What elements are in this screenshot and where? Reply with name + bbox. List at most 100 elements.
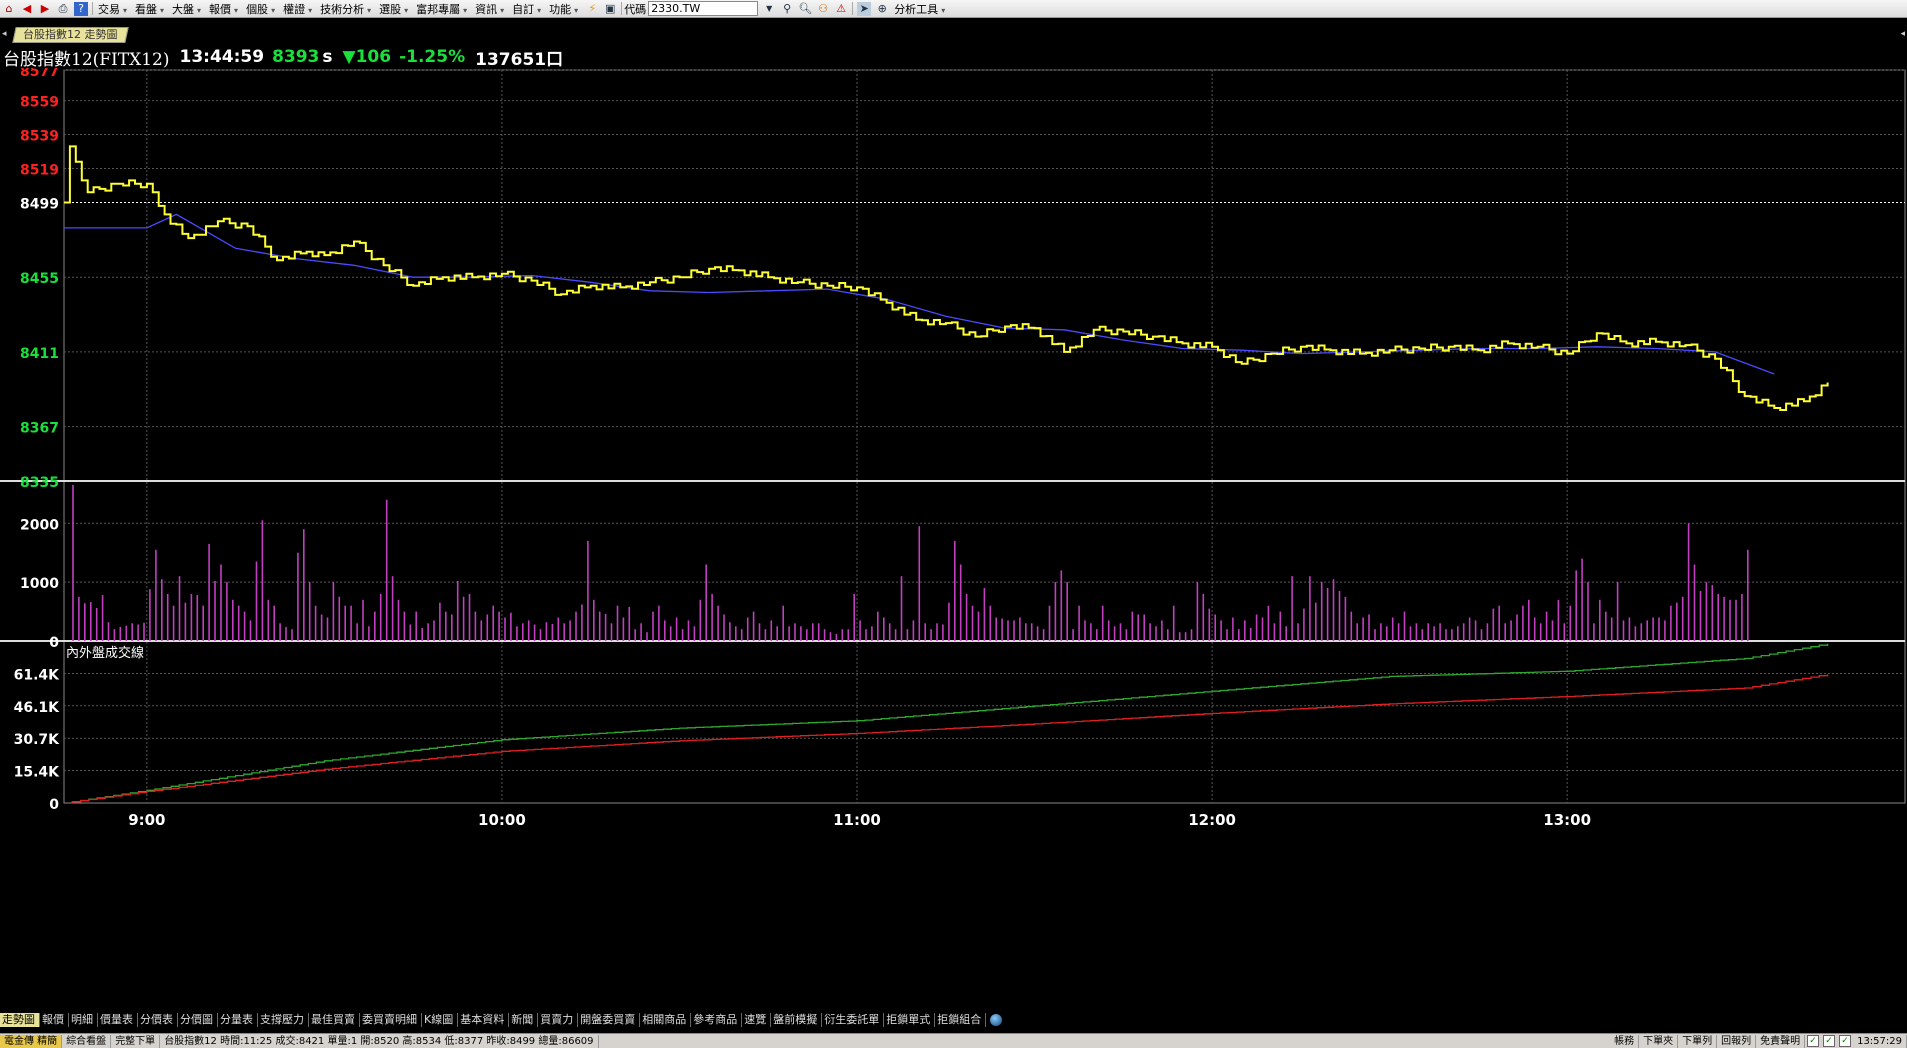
bottom-tab-item[interactable]: 報價	[40, 1013, 69, 1027]
help-icon[interactable]: ?	[74, 1, 88, 16]
bottom-tab-bar: 走勢圖 報價 明細 價量表 分價表 分價圖 分量表 支撐壓力 最佳買賣 委買賣明細 K線圖 基本資料新…	[0, 1011, 1907, 1029]
status-tab-watch[interactable]: 綜合看盤	[62, 1034, 112, 1048]
chart-frame	[63, 69, 1906, 804]
price-axis-label-down: 8367	[20, 421, 59, 437]
globe-icon[interactable]	[990, 1014, 1003, 1026]
price-axis-label-up: 8519	[20, 163, 59, 179]
bottom-tab-item[interactable]: 最佳買賣	[309, 1013, 360, 1027]
intraday-chart[interactable]: 9:00 10:00 11:00 12:00 13:00 8577 8559 8539 8519…	[0, 68, 1907, 1010]
menu-function[interactable]: 功能	[546, 1, 583, 17]
status-order-folder[interactable]: 下單夾	[1639, 1034, 1679, 1048]
magnifier-icon[interactable]: 🔍︎	[798, 2, 812, 16]
price-axis-label-down: 8455	[20, 271, 59, 287]
price-unit: s	[322, 47, 333, 67]
cumulative-axis-label: 15.4K	[14, 765, 61, 781]
tab-scroll-icon[interactable]: ◂	[2, 29, 7, 39]
cumulative-axis-label: 61.4K	[14, 667, 61, 683]
code-input[interactable]	[648, 1, 759, 16]
menu-warrant[interactable]: 權證	[280, 1, 317, 17]
menu-analysis-tools[interactable]: 分析工具	[891, 1, 950, 17]
bottom-tab-item[interactable]: 走勢圖	[0, 1013, 40, 1027]
forward-arrow-icon[interactable]: ▶	[38, 2, 52, 16]
tab-chart-window[interactable]: 台股指數12 走勢圖	[12, 27, 129, 43]
menu-market[interactable]: 大盤	[169, 1, 206, 17]
toolbar-separator	[852, 2, 854, 15]
bottom-tab-item[interactable]: 買賣力	[538, 1013, 579, 1027]
bottom-tab-item[interactable]: 支撐壓力	[258, 1013, 309, 1027]
chart-search-icon[interactable]: ⚲	[780, 2, 794, 16]
menu-trade[interactable]: 交易	[95, 1, 132, 17]
bottom-tab-item[interactable]: 新聞	[509, 1013, 539, 1027]
total-volume: 137651口	[475, 49, 564, 70]
price-axis-label-up: 8559	[20, 95, 59, 111]
people-icon[interactable]: ⚇	[816, 2, 830, 16]
toolbar-separator	[621, 2, 623, 15]
menu-screener[interactable]: 選股	[376, 1, 413, 17]
home-icon[interactable]: ⌂	[2, 2, 16, 16]
alert-icon[interactable]: ⚠	[834, 2, 848, 16]
zoom-icon[interactable]: ⊕	[875, 2, 889, 16]
price-axis-label-down: 8335	[20, 475, 59, 491]
menu-info[interactable]: 資訊	[472, 1, 509, 17]
volume-axis-label: 1000	[20, 576, 59, 592]
price-change: ▼106	[342, 47, 392, 67]
price-axis-label-up: 8539	[20, 129, 59, 145]
bottom-tab-item[interactable]: K線圖	[422, 1013, 459, 1027]
status-check-3[interactable]: ✓	[1839, 1035, 1852, 1047]
print-icon[interactable]: ⎙	[56, 2, 70, 16]
bottom-tab-item[interactable]: 委買賣明細	[360, 1013, 422, 1027]
bottom-tab-item[interactable]: 明細	[69, 1013, 98, 1027]
price-axis-label-down: 8411	[20, 346, 59, 362]
status-clock: 13:57:29	[1853, 1034, 1907, 1048]
bottom-tab-item[interactable]: 基本資料	[458, 1013, 510, 1027]
time-axis-label: 12:00	[1188, 811, 1236, 829]
time-axis-label: 13:00	[1543, 811, 1591, 829]
menu-watch[interactable]: 看盤	[132, 1, 169, 17]
pointer-icon[interactable]: ➤	[857, 1, 872, 16]
lightning-icon[interactable]: ⚡	[585, 2, 599, 16]
status-account[interactable]: 帳務	[1610, 1034, 1640, 1048]
cumulative-axis-label: 30.7K	[14, 732, 61, 748]
status-tab-order[interactable]: 完整下單	[111, 1034, 161, 1048]
main-toolbar: ⌂ ◀ ▶ ⎙ ? 交易 看盤 大盤 報價 個股 權證 技術分析 選股 富邦專屬…	[0, 0, 1907, 18]
bottom-tab-item[interactable]: 拒鎖組合	[935, 1013, 987, 1027]
bottom-tab-item[interactable]: 參考商品	[691, 1013, 743, 1027]
menu-technical[interactable]: 技術分析	[317, 1, 376, 17]
dropdown-arrow-icon[interactable]: ▼	[762, 2, 776, 16]
bottom-tab-item[interactable]: 開盤委買賣	[578, 1013, 641, 1027]
window-icon[interactable]: ▣	[603, 2, 617, 16]
last-price: 8393	[272, 47, 320, 67]
status-check-2[interactable]: ✓	[1823, 1035, 1836, 1047]
price-line	[64, 145, 1829, 411]
volume-axis-label: 2000	[20, 517, 59, 533]
status-bar: 電金傳 精簡 綜合看盤 完整下單 台股指數12 時間:11:25 成交:8421…	[0, 1033, 1907, 1048]
back-arrow-icon[interactable]: ◀	[20, 2, 34, 16]
cumulative-panel-label: 內外盤成交線	[66, 645, 144, 661]
bottom-tab-item[interactable]: 分量表	[218, 1013, 258, 1027]
bottom-tab-item[interactable]: 分價圖	[178, 1013, 218, 1027]
tab-chart-label: 台股指數12 走勢圖	[23, 28, 118, 41]
bottom-tab-item[interactable]: 衍生委託單	[822, 1013, 885, 1027]
cumulative-axis-label: 0	[49, 797, 59, 813]
bottom-tab-item[interactable]: 拒鎖單式	[884, 1013, 936, 1027]
bottom-tab-item[interactable]: 價量表	[98, 1013, 138, 1027]
status-disclaimer[interactable]: 免責聲明	[1756, 1034, 1806, 1048]
quote-time: 13:44:59	[179, 47, 265, 67]
menu-quote[interactable]: 報價	[206, 1, 243, 17]
bottom-tab-item[interactable]: 相關商品	[640, 1013, 692, 1027]
menu-stock[interactable]: 個股	[243, 1, 280, 17]
menu-fubon[interactable]: 富邦專屬	[413, 1, 472, 17]
menu-custom[interactable]: 自訂	[509, 1, 546, 17]
status-order-bar[interactable]: 下單列	[1678, 1034, 1718, 1048]
bottom-tab-item[interactable]: 盤前模擬	[771, 1013, 823, 1027]
bottom-tab-item[interactable]: 分價表	[138, 1013, 178, 1027]
app-brand[interactable]: 電金傳 精簡	[0, 1034, 63, 1048]
panel-scroll-icon[interactable]: ◂	[1900, 29, 1905, 39]
status-report-bar[interactable]: 回報列	[1717, 1034, 1757, 1048]
volume-axis-label: 0	[49, 635, 59, 651]
status-quote-info: 台股指數12 時間:11:25 成交:8421 單量:1 開:8520 高:85…	[160, 1034, 599, 1048]
price-axis-label-up: 8577	[20, 68, 59, 80]
bottom-tab-item[interactable]: 速覽	[742, 1013, 772, 1027]
cumulative-axis-label: 46.1K	[14, 700, 61, 716]
status-check-1[interactable]: ✓	[1807, 1035, 1820, 1047]
